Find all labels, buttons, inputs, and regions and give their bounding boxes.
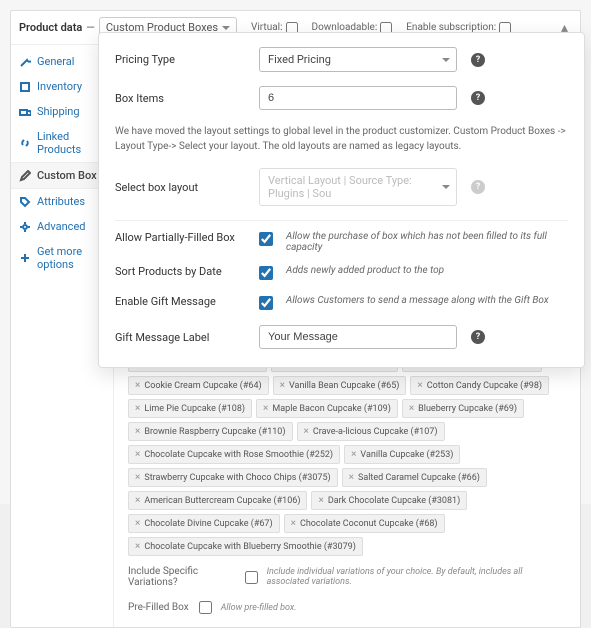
prefilled-desc: Allow pre-filled box. xyxy=(221,603,297,613)
box-items-input[interactable] xyxy=(259,86,457,110)
help-icon[interactable]: ? xyxy=(471,53,485,67)
prefilled-checkbox[interactable] xyxy=(199,601,212,614)
variations-desc: Include individual variations of your ch… xyxy=(267,567,566,587)
partial-desc: Allow the purchase of box which has not … xyxy=(286,231,568,253)
box-items-label: Box Items xyxy=(115,92,245,105)
variations-label: Include Specific Variations? xyxy=(128,566,235,588)
help-icon: ? xyxy=(471,180,485,194)
settings-overlay: Pricing Type Fixed Pricing ? Box Items ?… xyxy=(98,32,585,368)
addon-products-tags[interactable]: Peanut Butter Cupcake (#51)Red Velvet Cu… xyxy=(128,353,566,556)
addon-tag[interactable]: Crave-a-licious Cupcake (#107) xyxy=(297,422,445,441)
help-icon[interactable]: ? xyxy=(471,330,485,344)
layout-select: Vertical Layout | Source Type: Plugins |… xyxy=(259,168,457,206)
pencil-icon xyxy=(19,170,31,182)
gift-enable-checkbox[interactable] xyxy=(259,296,273,310)
sort-label: Sort Products by Date xyxy=(115,265,245,278)
gear-icon xyxy=(19,221,31,233)
gift-msg-input[interactable] xyxy=(259,325,457,349)
link-icon xyxy=(19,137,31,149)
attributes-icon xyxy=(19,196,31,208)
addon-tag[interactable]: Chocolate Divine Cupcake (#67) xyxy=(128,514,280,533)
addon-tag[interactable]: Cotton Candy Cupcake (#98) xyxy=(410,376,549,395)
addon-tag[interactable]: Chocolate Cupcake with Blueberry Smoothi… xyxy=(128,537,363,556)
gift-enable-label: Enable Gift Message xyxy=(115,295,245,308)
addon-tag[interactable]: Chocolate Cupcake with Rose Smoothie (#2… xyxy=(128,445,340,464)
layout-moved-note: We have moved the layout settings to glo… xyxy=(115,124,568,154)
variations-checkbox[interactable] xyxy=(245,571,258,584)
truck-icon xyxy=(19,106,31,118)
addon-tag[interactable]: Cookie Cream Cupcake (#64) xyxy=(128,376,269,395)
product-data-label: Product data xyxy=(19,21,82,34)
addon-tag[interactable]: Dark Chocolate Cupcake (#3081) xyxy=(311,491,467,510)
addon-tag[interactable]: Maple Bacon Cupcake (#109) xyxy=(256,399,398,418)
pricing-type-label: Pricing Type xyxy=(115,53,245,66)
addon-tag[interactable]: American Buttercream Cupcake (#106) xyxy=(128,491,307,510)
addon-tag[interactable]: Vanilla Cupcake (#253) xyxy=(344,445,460,464)
partial-checkbox[interactable] xyxy=(259,232,273,246)
inventory-icon xyxy=(19,81,31,93)
addon-tag[interactable]: Chocolate Coconut Cupcake (#68) xyxy=(284,514,445,533)
layout-label: Select box layout xyxy=(115,181,245,194)
sort-checkbox[interactable] xyxy=(259,266,273,280)
addon-tag[interactable]: Vanilla Bean Cupcake (#65) xyxy=(273,376,407,395)
addon-tag[interactable]: Blueberry Cupcake (#69) xyxy=(402,399,524,418)
sort-desc: Adds newly added product to the top xyxy=(286,265,568,276)
addon-tag[interactable]: Brownie Raspberry Cupcake (#110) xyxy=(128,422,293,441)
pricing-type-select[interactable]: Fixed Pricing xyxy=(259,47,457,72)
addon-tag[interactable]: Strawberry Cupcake with Choco Chips (#30… xyxy=(128,468,338,487)
gift-desc: Allows Customers to send a message along… xyxy=(286,295,568,306)
addon-tag[interactable]: Lime Pie Cupcake (#108) xyxy=(128,399,252,418)
plus-icon xyxy=(19,252,31,264)
wrench-icon xyxy=(19,56,31,68)
partial-label: Allow Partially-Filled Box xyxy=(115,231,245,244)
addon-tag[interactable]: Salted Caramel Cupcake (#66) xyxy=(342,468,487,487)
gift-msg-label: Gift Message Label xyxy=(115,331,245,344)
help-icon[interactable]: ? xyxy=(471,91,485,105)
prefilled-label: Pre-Filled Box xyxy=(128,602,189,613)
